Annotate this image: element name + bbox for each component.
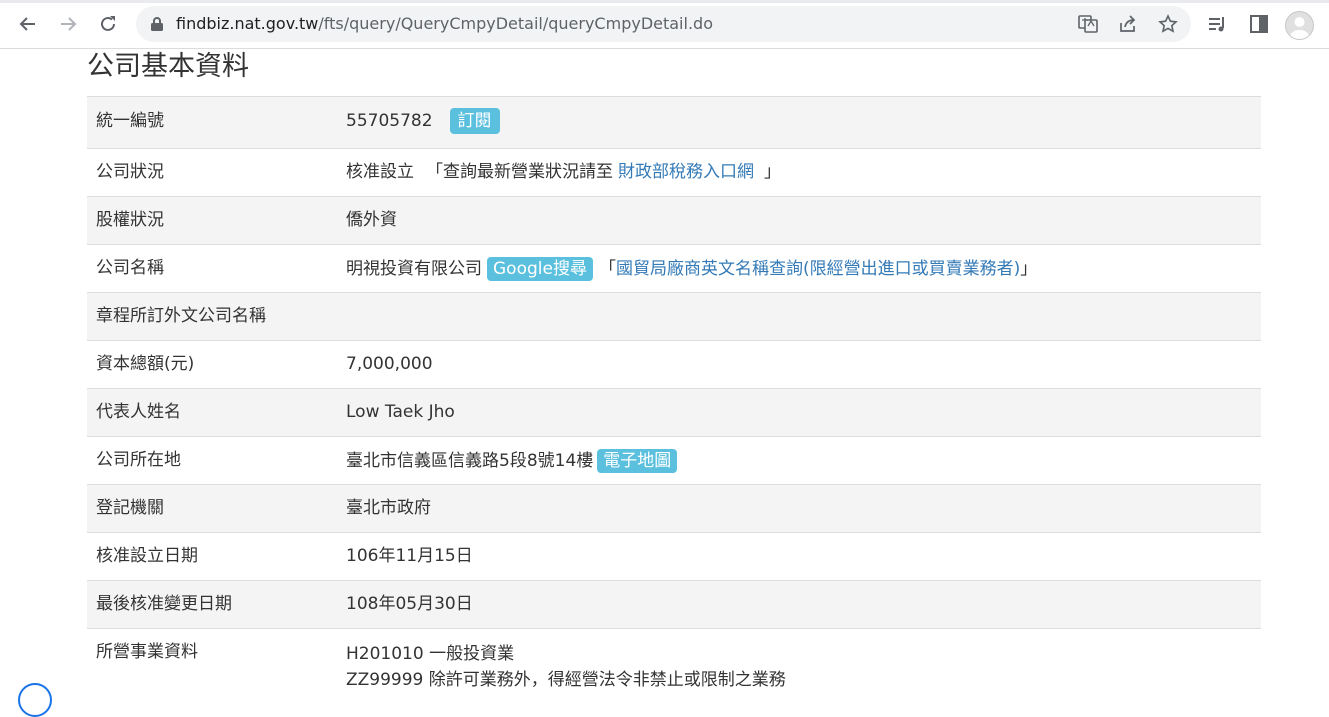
row-last-change-date: 最後核准變更日期 108年05月30日 [87,580,1261,628]
registration-authority-value: 臺北市政府 [346,498,431,518]
lock-icon [151,17,163,31]
row-value: 臺北市信義區信義路5段8號14樓 電子地圖 [346,449,678,473]
address-bar[interactable]: findbiz.nat.gov.tw/fts/query/QueryCmpyDe… [136,6,1191,42]
company-status-value: 核准設立 [346,162,414,182]
row-label: 所營事業資料 [96,642,198,662]
electronic-map-button[interactable]: 電子地圖 [597,449,678,473]
row-registration-authority: 登記機關 臺北市政府 [87,484,1261,532]
row-label: 公司狀況 [96,162,164,182]
share-icon[interactable] [1118,14,1138,34]
equity-status-value: 僑外資 [346,210,397,230]
business-item: H201010 一般投資業 [346,644,515,664]
row-value: 明視投資有限公司 Google搜尋 「 國貿局廠商英文名稱查詢(限經營出進口或買… [346,257,1037,281]
row-company-name: 公司名稱 明視投資有限公司 Google搜尋 「 國貿局廠商英文名稱查詢(限經營… [87,244,1261,292]
representative-value: Low Taek Jho [346,402,455,422]
row-unified-number: 統一編號 55705782 訂閱 [87,96,1261,148]
reload-icon [101,16,115,31]
row-business-items: 所營事業資料 H201010 一般投資業 ZZ99999 除許可業務外，得經營法… [87,628,1261,693]
back-arrow-icon [19,17,35,31]
tab-strip-edge [0,0,1329,3]
company-info-table: 統一編號 55705782 訂閱 公司狀況 核准設立 「查詢最新營業狀況請至 財… [87,96,1261,693]
row-label: 代表人姓名 [96,402,181,422]
tax-portal-link[interactable]: 財政部稅務入口網 [618,161,754,183]
floating-action-icon[interactable] [18,683,52,717]
url-host: findbiz.nat.gov.tw [176,14,319,33]
row-label: 股權狀況 [96,210,164,230]
reload-button[interactable] [96,12,120,36]
row-label: 資本總額(元) [96,354,195,374]
row-label: 統一編號 [96,111,164,131]
row-representative: 代表人姓名 Low Taek Jho [87,388,1261,436]
row-foreign-name: 章程所訂外文公司名稱 [87,292,1261,340]
row-label: 登記機關 [96,498,164,518]
row-label: 公司所在地 [96,450,181,470]
address-value: 臺北市信義區信義路5段8號14樓 [346,451,594,471]
side-panel-icon[interactable] [1248,13,1270,35]
row-establish-date: 核准設立日期 106年11月15日 [87,532,1261,580]
media-controls-icon[interactable] [1207,13,1229,35]
row-capital: 資本總額(元) 7,000,000 [87,340,1261,388]
url-text[interactable]: findbiz.nat.gov.tw/fts/query/QueryCmpyDe… [176,14,713,34]
business-item: ZZ99999 除許可業務外，得經營法令非禁止或限制之業務 [346,670,786,690]
profile-avatar[interactable] [1285,11,1314,40]
back-button[interactable] [16,12,40,36]
establish-date-value: 106年11月15日 [346,546,473,566]
capital-value: 7,000,000 [346,354,433,374]
browser-toolbar: findbiz.nat.gov.tw/fts/query/QueryCmpyDe… [0,0,1329,49]
subscribe-button[interactable]: 訂閱 [449,108,500,134]
google-search-button[interactable]: Google搜尋 [487,257,593,281]
trade-bureau-english-name-link[interactable]: 國貿局廠商英文名稱查詢(限經營出進口或買賣業務者) [616,258,1020,280]
page-title: 公司基本資料 [87,51,249,82]
status-prefix-text: 「查詢最新營業狀況請至 [426,162,613,182]
row-label: 最後核准變更日期 [96,594,232,614]
row-address: 公司所在地 臺北市信義區信義路5段8號14樓 電子地圖 [87,436,1261,484]
forward-button[interactable] [56,12,80,36]
unified-number-value: 55705782 [346,111,433,131]
bookmark-star-icon[interactable] [1158,14,1178,34]
row-label: 核准設立日期 [96,546,198,566]
row-company-status: 公司狀況 核准設立 「查詢最新營業狀況請至 財政部稅務入口網 」 [87,148,1261,196]
url-path: /fts/query/QueryCmpyDetail/queryCmpyDeta… [318,14,713,33]
business-items-list: H201010 一般投資業 ZZ99999 除許可業務外，得經營法令非禁止或限制… [346,641,786,693]
name-suffix-text: 」 [1020,259,1038,279]
status-suffix-text: 」 [764,162,781,182]
row-equity-status: 股權狀況 僑外資 [87,196,1261,244]
person-icon [1289,17,1310,39]
translate-icon[interactable] [1078,14,1098,34]
last-change-date-value: 108年05月30日 [346,594,473,614]
row-label: 公司名稱 [96,258,164,278]
row-value: 55705782 訂閱 [346,108,500,134]
forward-arrow-icon [61,17,77,31]
name-prefix-text: 「 [598,259,616,279]
row-value: 核准設立 「查詢最新營業狀況請至 財政部稅務入口網 」 [346,161,781,183]
company-name-value: 明視投資有限公司 [346,259,482,279]
row-label: 章程所訂外文公司名稱 [96,306,266,326]
